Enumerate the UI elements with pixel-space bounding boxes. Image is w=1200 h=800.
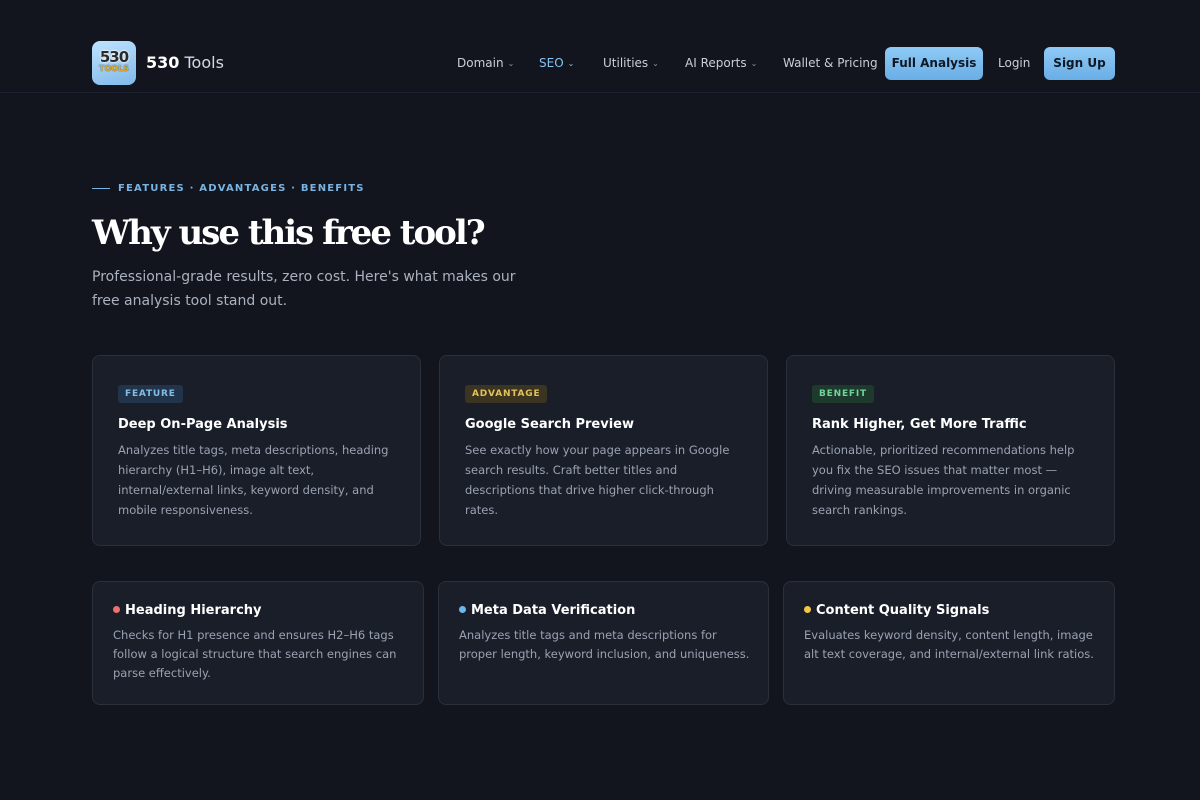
eyebrow-line xyxy=(92,187,110,189)
chevron-down-icon: ⌄ xyxy=(750,59,758,68)
brand-name[interactable]: 530 Tools xyxy=(146,52,224,74)
chevron-down-icon: ⌄ xyxy=(507,59,515,68)
red-dot-icon xyxy=(113,606,120,613)
card-text: See exactly how your page appears in Goo… xyxy=(465,443,730,517)
logo-subtext: TOOLS xyxy=(99,64,129,73)
sign-up-button[interactable]: Sign Up xyxy=(1044,47,1115,80)
full-analysis-button[interactable]: Full Analysis xyxy=(885,47,983,80)
section-eyebrow: FEATURES · ADVANTAGES · BENEFITS xyxy=(92,182,365,196)
card-title: Rank Higher, Get More Traffic xyxy=(812,417,1027,432)
yellow-dot-icon xyxy=(804,606,811,613)
blue-dot-icon xyxy=(459,606,466,613)
nav-ai-reports[interactable]: AI Reports ⌄ xyxy=(685,54,757,72)
nav-domain-label: Domain xyxy=(457,56,504,70)
heading-hierarchy-card: Heading Hierarchy Checks for H1 presence… xyxy=(92,581,424,705)
benefit-card: BENEFIT Rank Higher, Get More Traffic Ac… xyxy=(786,355,1115,546)
card-title: Deep On-Page Analysis xyxy=(118,417,288,432)
nav-utilities[interactable]: Utilities ⌄ xyxy=(603,54,659,72)
benefit-badge: BENEFIT xyxy=(812,385,874,403)
card-title: Google Search Preview xyxy=(465,417,634,432)
card-text: Actionable, prioritized recommendations … xyxy=(812,443,1075,517)
card-text: Analyzes title tags, meta descriptions, … xyxy=(118,443,389,517)
page-subtitle: Professional-grade results, zero cost. H… xyxy=(92,269,516,309)
nav-seo-label: SEO xyxy=(539,56,564,70)
mini-card-title: Heading Hierarchy xyxy=(113,601,262,621)
eyebrow-text: FEATURES · ADVANTAGES · BENEFITS xyxy=(118,183,365,194)
brand-word: Tools xyxy=(179,53,224,72)
nav-ai-reports-label: AI Reports xyxy=(685,56,747,70)
feature-badge: FEATURE xyxy=(118,385,183,403)
mini-card-title: Meta Data Verification xyxy=(459,601,635,621)
meta-data-card: Meta Data Verification Analyzes title ta… xyxy=(438,581,769,705)
nav-seo[interactable]: SEO ⌄ xyxy=(539,54,574,72)
mini-card-title-text: Meta Data Verification xyxy=(471,603,636,618)
feature-card: FEATURE Deep On-Page Analysis Analyzes t… xyxy=(92,355,421,546)
brand-number: 530 xyxy=(146,53,180,72)
page-title: Why use this free tool? xyxy=(92,213,486,253)
content-quality-card: Content Quality Signals Evaluates keywor… xyxy=(783,581,1115,705)
logo[interactable]: 530 TOOLS xyxy=(92,41,136,85)
mini-card-text: Checks for H1 presence and ensures H2–H6… xyxy=(113,628,397,680)
chevron-down-icon: ⌄ xyxy=(567,59,575,68)
site-header: 530 TOOLS 530 Tools Domain ⌄ SEO ⌄ Utiliti… xyxy=(0,0,1200,93)
mini-card-text: Analyzes title tags and meta description… xyxy=(459,628,750,661)
nav-wallet-pricing[interactable]: Wallet & Pricing xyxy=(783,54,878,72)
advantage-card: ADVANTAGE Google Search Preview See exac… xyxy=(439,355,768,546)
mini-card-text: Evaluates keyword density, content lengt… xyxy=(804,628,1094,661)
nav-utilities-label: Utilities xyxy=(603,56,649,70)
mini-card-title-text: Content Quality Signals xyxy=(816,603,990,618)
advantage-badge: ADVANTAGE xyxy=(465,385,548,403)
chevron-down-icon: ⌄ xyxy=(652,59,659,68)
login-link[interactable]: Login xyxy=(998,54,1030,72)
mini-card-title-text: Heading Hierarchy xyxy=(125,603,262,618)
nav-domain[interactable]: Domain ⌄ xyxy=(457,54,514,72)
mini-card-title: Content Quality Signals xyxy=(804,601,989,621)
